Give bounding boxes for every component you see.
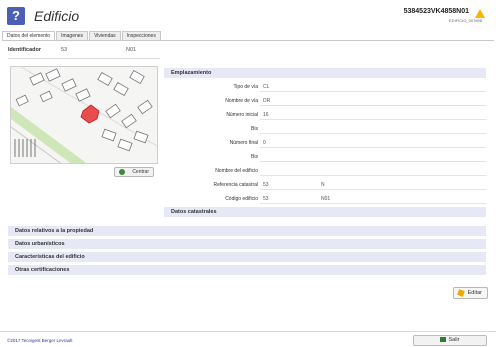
field-value-numero-final: 0 bbox=[263, 140, 266, 146]
center-map-label: Centrar bbox=[132, 169, 149, 175]
identificador-label: Identificador bbox=[8, 47, 42, 53]
edit-button-label: Editar bbox=[467, 290, 482, 296]
footer: ©2017 Tecnigest Berger Levrault Salir bbox=[0, 331, 496, 347]
field-underline bbox=[260, 203, 486, 204]
field-underline bbox=[260, 189, 486, 190]
exit-button-label: Salir bbox=[448, 337, 460, 343]
warning-icon bbox=[475, 9, 485, 18]
building-sub-reference: EDIFICIO_007658 bbox=[449, 18, 482, 23]
field-label-tipo-via: Tipo de vía bbox=[233, 84, 258, 90]
field-label-bis-2: Bis bbox=[251, 154, 258, 160]
center-icon bbox=[119, 169, 125, 175]
field-value-referencia-catastral: 53 bbox=[263, 182, 269, 188]
field-underline bbox=[260, 147, 486, 148]
pencil-icon bbox=[457, 289, 465, 297]
exit-button[interactable]: Salir bbox=[413, 335, 487, 346]
building-map[interactable] bbox=[10, 66, 158, 164]
field-label-codigo-edificio: Código edificio bbox=[225, 196, 258, 202]
tab-bar: Datos del elemento Imagenes Viviendas In… bbox=[2, 31, 162, 40]
field-underline bbox=[260, 133, 486, 134]
field-value-tipo-via: CL bbox=[263, 84, 270, 90]
exit-icon bbox=[440, 337, 447, 343]
section-datos-urbanisticos[interactable]: Datos urbanísticos bbox=[8, 239, 486, 249]
map-image bbox=[11, 67, 157, 163]
field-label-numero-inicial: Número inicial bbox=[226, 112, 258, 118]
field-value-codigo-edificio: 53 bbox=[263, 196, 269, 202]
identificador-value-1: 53 bbox=[61, 47, 68, 53]
section-datos-propiedad[interactable]: Datos relativos a la propiedad bbox=[8, 226, 486, 236]
tab-inspecciones[interactable]: Inspecciones bbox=[121, 31, 161, 40]
field-label-bis-1: Bis bbox=[251, 126, 258, 132]
field-value-codigo-edificio-2: N01 bbox=[321, 196, 331, 202]
edit-button[interactable]: Editar bbox=[453, 287, 488, 299]
section-emplazamiento[interactable]: Emplazamiento bbox=[164, 68, 486, 78]
tab-datos-elemento[interactable]: Datos del elemento bbox=[2, 31, 56, 40]
header: ? Edificio 5384523VK4858N01 EDIFICIO_007… bbox=[0, 0, 496, 30]
field-label-nombre-edificio: Nombre del edificio bbox=[215, 168, 258, 174]
field-value-referencia-catastral-2: N bbox=[321, 182, 325, 188]
center-map-button[interactable]: Centrar bbox=[114, 167, 154, 177]
field-label-referencia-catastral: Referencia catastral bbox=[213, 182, 258, 188]
copyright-link[interactable]: ©2017 Tecnigest Berger Levrault bbox=[7, 338, 73, 343]
field-value-numero-inicial: 16 bbox=[263, 112, 269, 118]
divider bbox=[8, 58, 160, 59]
page-title: Edificio bbox=[34, 8, 80, 24]
section-datos-catastrales[interactable]: Datos catastrales bbox=[164, 207, 486, 217]
field-label-numero-final: Número final bbox=[229, 140, 258, 146]
field-label-nombre-via: Nombre de vía bbox=[225, 98, 258, 104]
tab-divider bbox=[2, 40, 494, 41]
building-reference: 5384523VK4858N01 bbox=[403, 8, 469, 15]
section-otras-certificaciones[interactable]: Otras certificaciones bbox=[8, 265, 486, 275]
field-underline bbox=[260, 91, 486, 92]
tab-imagenes[interactable]: Imagenes bbox=[56, 31, 89, 40]
field-underline bbox=[260, 105, 486, 106]
field-underline bbox=[260, 175, 486, 176]
help-icon: ? bbox=[7, 7, 25, 25]
field-underline bbox=[260, 161, 486, 162]
tab-viviendas[interactable]: Viviendas bbox=[89, 31, 121, 40]
field-value-nombre-via: DR bbox=[263, 98, 271, 104]
field-underline bbox=[260, 119, 486, 120]
identificador-value-2: N01 bbox=[126, 47, 137, 53]
section-caracteristicas-edificio[interactable]: Características del edificio bbox=[8, 252, 486, 262]
